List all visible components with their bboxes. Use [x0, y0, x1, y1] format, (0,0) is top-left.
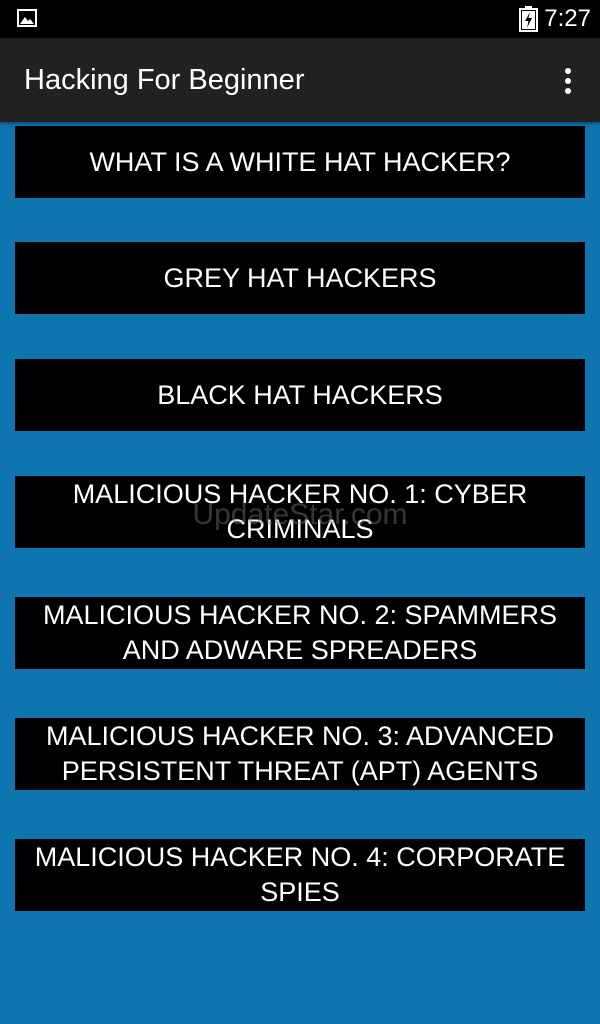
- topic-button-black-hat[interactable]: BLACK HAT HACKERS: [15, 359, 585, 431]
- topic-button-label: BLACK HAT HACKERS: [157, 379, 443, 410]
- app-bar: Hacking For Beginner: [0, 38, 600, 122]
- status-bar: 7:27: [0, 0, 600, 38]
- menu-dot: [565, 78, 571, 84]
- topic-button-label: WHAT IS A WHITE HAT HACKER?: [89, 146, 511, 177]
- topic-button-malicious-2[interactable]: MALICIOUS HACKER NO. 2: SPAMMERS AND ADW…: [15, 597, 585, 669]
- menu-dot: [565, 88, 571, 94]
- topic-button-malicious-4[interactable]: MALICIOUS HACKER NO. 4: CORPORATE SPIES: [15, 839, 585, 911]
- topic-list: WHAT IS A WHITE HAT HACKER? GREY HAT HAC…: [0, 122, 600, 1024]
- topic-button-label: MALICIOUS HACKER NO. 4: CORPORATE SPIES: [34, 842, 566, 907]
- menu-dot: [565, 68, 571, 74]
- topic-button-malicious-3[interactable]: MALICIOUS HACKER NO. 3: ADVANCED PERSIST…: [15, 718, 585, 790]
- topic-button-label: MALICIOUS HACKER NO. 1: CYBER CRIMINALS: [72, 479, 528, 544]
- overflow-menu-icon[interactable]: [554, 62, 582, 100]
- image-icon: [17, 9, 37, 27]
- topic-button-white-hat[interactable]: WHAT IS A WHITE HAT HACKER?: [15, 126, 585, 198]
- battery-charging-icon: [519, 6, 538, 32]
- topic-button-label: MALICIOUS HACKER NO. 2: SPAMMERS AND ADW…: [42, 600, 558, 665]
- topic-button-label: MALICIOUS HACKER NO. 3: ADVANCED PERSIST…: [45, 721, 555, 786]
- topic-button-label: GREY HAT HACKERS: [163, 262, 437, 293]
- topic-button-grey-hat[interactable]: GREY HAT HACKERS: [15, 242, 585, 314]
- topic-button-malicious-1[interactable]: MALICIOUS HACKER NO. 1: CYBER CRIMINALS: [15, 476, 585, 548]
- app-title: Hacking For Beginner: [24, 64, 305, 96]
- status-time: 7:27: [544, 5, 591, 32]
